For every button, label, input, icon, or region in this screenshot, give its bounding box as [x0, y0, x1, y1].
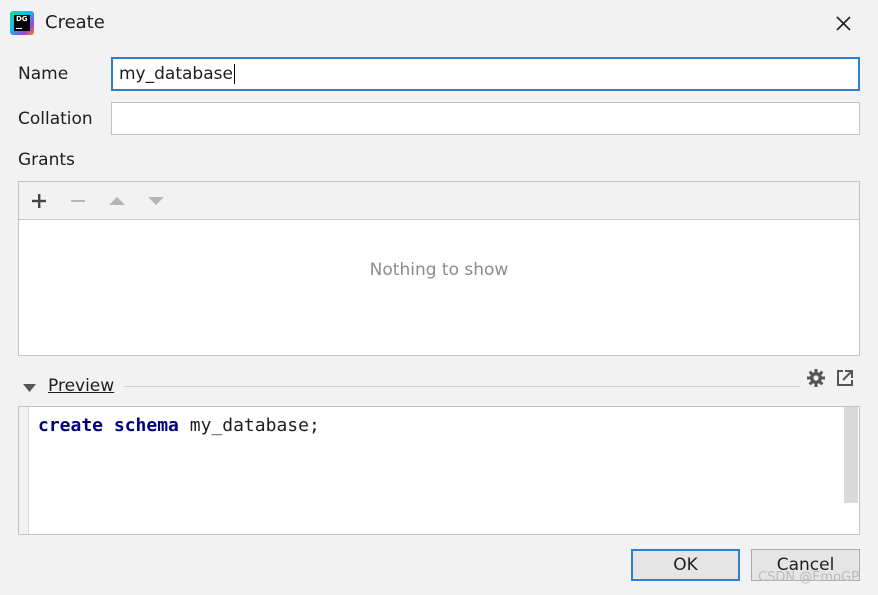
- code-keyword-create: create: [38, 415, 104, 436]
- preview-divider: [124, 386, 800, 387]
- vertical-scrollbar[interactable]: [844, 407, 858, 503]
- editor-gutter: [19, 407, 29, 534]
- grants-label: Grants: [18, 150, 75, 170]
- preview-toggle[interactable]: [22, 380, 38, 399]
- window-title: Create: [45, 12, 105, 33]
- name-input[interactable]: my_database: [111, 57, 860, 91]
- close-button[interactable]: [830, 10, 856, 36]
- grants-empty-text: Nothing to show: [369, 260, 509, 280]
- open-external-button[interactable]: [834, 367, 856, 389]
- preview-editor[interactable]: create schema my_database;: [18, 406, 860, 535]
- preview-code: create schema my_database;: [38, 415, 320, 436]
- grants-toolbar: [19, 182, 859, 220]
- name-input-value: my_database: [119, 64, 233, 84]
- preview-label[interactable]: Preview: [48, 376, 114, 396]
- name-label: Name: [18, 64, 69, 84]
- chevron-down-icon: [23, 384, 36, 392]
- ok-button[interactable]: OK: [631, 549, 740, 581]
- collation-label: Collation: [18, 109, 93, 129]
- code-keyword-schema: schema: [113, 415, 179, 436]
- add-icon[interactable]: [28, 190, 50, 212]
- title-bar: DG Create: [0, 0, 878, 46]
- remove-icon[interactable]: [67, 190, 89, 212]
- move-down-icon[interactable]: [145, 190, 167, 212]
- grants-table: Nothing to show: [18, 181, 860, 356]
- app-logo-text: DG: [16, 15, 28, 23]
- gear-icon: [807, 369, 825, 387]
- collation-input[interactable]: [111, 102, 860, 135]
- watermark: CSDN @EmoGP: [758, 570, 859, 585]
- code-rest: my_database;: [178, 415, 320, 436]
- open-external-icon: [837, 370, 853, 386]
- close-icon: [836, 16, 851, 31]
- move-up-icon[interactable]: [106, 190, 128, 212]
- app-logo-icon: DG: [10, 11, 34, 35]
- text-caret: [233, 64, 235, 84]
- settings-button[interactable]: [805, 367, 827, 389]
